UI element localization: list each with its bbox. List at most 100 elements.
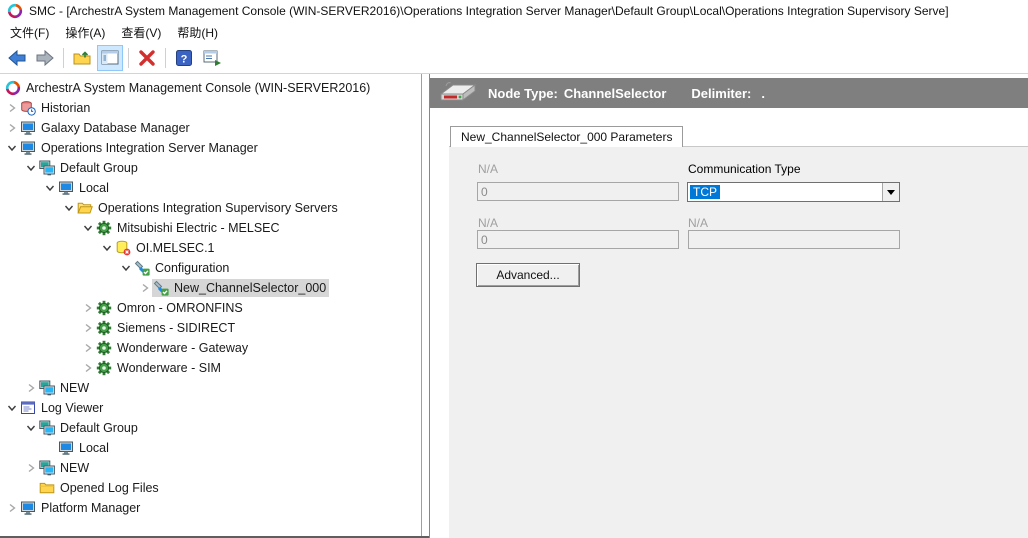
tree-item-content: Log Viewer <box>19 399 106 417</box>
expander-closed-icon[interactable] <box>5 101 19 115</box>
tree-item[interactable]: Default Group <box>0 158 421 178</box>
expander-closed-icon[interactable] <box>81 301 95 315</box>
node-type-header: Node Type: ChannelSelector Delimiter: . <box>430 78 1028 108</box>
monitor-group-icon <box>39 380 55 396</box>
tree-item-label: Wonderware - Gateway <box>117 341 248 355</box>
gear-icon <box>96 320 112 336</box>
tree-item[interactable]: Wonderware - SIM <box>0 358 421 378</box>
folder-up-icon <box>72 48 92 68</box>
expander-closed-icon[interactable] <box>81 321 95 335</box>
export-list-icon <box>202 48 222 68</box>
expander-closed-icon[interactable] <box>24 461 38 475</box>
folder-closed-icon <box>39 480 55 496</box>
tree-item-label: Siemens - SIDIRECT <box>117 321 235 335</box>
tree-item[interactable]: Historian <box>0 98 421 118</box>
delete-button[interactable] <box>134 45 160 71</box>
toolbar: ? <box>0 43 1028 74</box>
expander-closed-icon[interactable] <box>24 381 38 395</box>
tree-item[interactable]: Galaxy Database Manager <box>0 118 421 138</box>
chevron-down-icon <box>887 190 895 199</box>
toolbar-separator <box>128 48 129 68</box>
tree-item-content: Operations Integration Server Manager <box>19 139 261 157</box>
monitor-icon <box>58 440 74 456</box>
tree-item-content: Historian <box>19 99 93 117</box>
tree-item[interactable]: Operations Integration Supervisory Serve… <box>0 198 421 218</box>
tab-label: New_ChannelSelector_000 Parameters <box>461 130 672 144</box>
tree-item-content: Local <box>57 179 112 197</box>
tree-item-content: Default Group <box>38 159 141 177</box>
expander-closed-icon[interactable] <box>5 501 19 515</box>
tree-item[interactable]: Local <box>0 438 421 458</box>
tree-item[interactable]: NEW <box>0 378 421 398</box>
field1-input[interactable] <box>477 182 679 201</box>
tree-item[interactable]: Operations Integration Server Manager <box>0 138 421 158</box>
show-console-tree-button[interactable] <box>97 45 123 71</box>
delimiter-label: Delimiter: <box>691 86 751 101</box>
field3-input[interactable] <box>477 230 679 249</box>
back-button[interactable] <box>4 45 30 71</box>
tree-item[interactable]: Siemens - SIDIRECT <box>0 318 421 338</box>
expander-open-icon[interactable] <box>100 241 114 255</box>
up-one-level-button[interactable] <box>69 45 95 71</box>
tree-item-label: Local <box>79 441 109 455</box>
expander-open-icon[interactable] <box>5 401 19 415</box>
expander-open-icon[interactable] <box>119 261 133 275</box>
tree-item-label: Omron - OMRONFINS <box>117 301 243 315</box>
tree-item[interactable]: Configuration <box>0 258 421 278</box>
tree-item-content: Platform Manager <box>19 499 143 517</box>
field4-label: N/A <box>688 216 708 230</box>
tree-item[interactable]: Default Group <box>0 418 421 438</box>
tree-item-content: OI.MELSEC.1 <box>114 239 218 257</box>
arrow-left-icon <box>7 48 27 68</box>
menu-item-file[interactable]: 文件(F) <box>2 22 57 43</box>
expander-open-icon[interactable] <box>81 221 95 235</box>
field4-input[interactable] <box>688 230 900 249</box>
advanced-button[interactable]: Advanced... <box>476 263 580 287</box>
expander-open-icon[interactable] <box>5 141 19 155</box>
export-list-button[interactable] <box>199 45 225 71</box>
tree-item[interactable]: Omron - OMRONFINS <box>0 298 421 318</box>
tree-item[interactable]: New_ChannelSelector_000 <box>0 278 421 298</box>
monitor-icon <box>20 120 36 136</box>
detail-pane: Node Type: ChannelSelector Delimiter: . … <box>429 74 1028 538</box>
tree-item[interactable]: Opened Log Files <box>0 478 421 498</box>
expander-open-icon[interactable] <box>43 181 57 195</box>
tree-item[interactable]: Local <box>0 178 421 198</box>
expander-closed-icon[interactable] <box>81 341 95 355</box>
menu-item-action[interactable]: 操作(A) <box>57 22 113 43</box>
tree-item-content: Local <box>57 439 112 457</box>
tree-item[interactable]: Log Viewer <box>0 398 421 418</box>
expander-open-icon[interactable] <box>24 421 38 435</box>
expander-open-icon[interactable] <box>24 161 38 175</box>
tree-item-content: Siemens - SIDIRECT <box>95 319 238 337</box>
tree-item-content: NEW <box>38 379 92 397</box>
tree-item-label: Configuration <box>155 261 229 275</box>
tree-item[interactable]: Mitsubishi Electric - MELSEC <box>0 218 421 238</box>
expander-closed-icon[interactable] <box>81 361 95 375</box>
tree-item-label: Local <box>79 181 109 195</box>
console-tree-icon <box>100 48 120 68</box>
menu-item-help[interactable]: 帮助(H) <box>169 22 226 43</box>
tree-item[interactable]: NEW <box>0 458 421 478</box>
tree-item[interactable]: OI.MELSEC.1 <box>0 238 421 258</box>
forward-button[interactable] <box>32 45 58 71</box>
tree-item[interactable]: Platform Manager <box>0 498 421 518</box>
help-button[interactable]: ? <box>171 45 197 71</box>
expander-closed-icon[interactable] <box>138 281 152 295</box>
tab-parameters[interactable]: New_ChannelSelector_000 Parameters <box>450 126 683 147</box>
log-viewer-icon <box>20 400 36 416</box>
monitor-icon <box>20 140 36 156</box>
menu-item-view[interactable]: 查看(V) <box>113 22 169 43</box>
tree-item-content: Configuration <box>133 259 232 277</box>
expander-closed-icon[interactable] <box>5 121 19 135</box>
help-icon: ? <box>174 48 194 68</box>
expander-open-icon[interactable] <box>62 201 76 215</box>
tree-item[interactable]: ArchestrA System Management Console (WIN… <box>0 78 421 98</box>
combobox-dropdown-button[interactable] <box>882 183 899 201</box>
tree-item[interactable]: Wonderware - Gateway <box>0 338 421 358</box>
combobox-selected-value: TCP <box>690 185 720 199</box>
tree-item-label: Wonderware - SIM <box>117 361 221 375</box>
tree-item-content: Galaxy Database Manager <box>19 119 193 137</box>
tree-item-content: Mitsubishi Electric - MELSEC <box>95 219 283 237</box>
communication-type-combobox[interactable]: TCP <box>687 182 900 202</box>
